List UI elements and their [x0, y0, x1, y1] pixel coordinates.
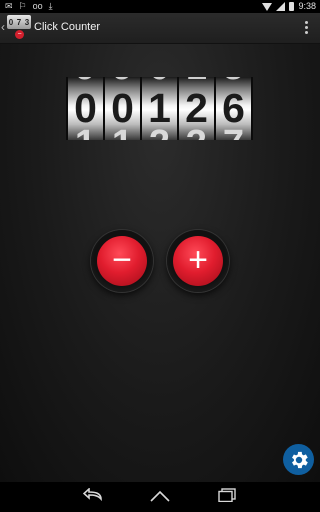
- counter-digit: 9 0 1: [105, 77, 140, 140]
- digit-below: 1: [68, 125, 103, 140]
- download-icon: ⤓: [48, 1, 53, 11]
- back-icon[interactable]: [83, 488, 103, 502]
- digit-below: 7: [216, 125, 251, 140]
- status-time: 9:38: [298, 1, 316, 11]
- app-title: Click Counter: [34, 21, 101, 33]
- counter-digit: 5 6 7: [216, 77, 251, 140]
- minus-icon: −: [97, 236, 147, 286]
- battery-icon: [289, 2, 295, 11]
- digit-above: 0: [142, 77, 177, 86]
- digit-above: 9: [68, 77, 103, 86]
- digit-above: 9: [105, 77, 140, 86]
- main-content: 9 0 1 9 0 1 0 1 2 1 2 3 5 6 7 − +: [0, 44, 320, 482]
- action-bar: ‹ 0 7 3 − Click Counter: [0, 13, 320, 44]
- plus-icon: +: [173, 236, 223, 286]
- gear-icon: [291, 451, 308, 468]
- counter-digit: 9 0 1: [68, 77, 103, 140]
- app-icon[interactable]: 0 7 3 −: [7, 15, 31, 41]
- app-icon-digit: 3: [24, 17, 30, 27]
- navigation-bar: [0, 482, 320, 512]
- digit-above: 1: [179, 77, 214, 86]
- app-icon-badge: −: [15, 30, 24, 39]
- settings-button[interactable]: [283, 444, 314, 475]
- app-icon-digit: 0: [8, 17, 14, 27]
- increment-button[interactable]: +: [167, 230, 229, 292]
- decrement-button[interactable]: −: [91, 230, 153, 292]
- digit-above: 5: [216, 77, 251, 86]
- app-icon-digit: 7: [16, 17, 22, 27]
- digit-below: 2: [142, 125, 177, 140]
- counter-digit: 0 1 2: [142, 77, 177, 140]
- digit-below: 3: [179, 125, 214, 140]
- wifi-icon: [262, 2, 273, 11]
- counter-digit: 1 2 3: [179, 77, 214, 140]
- notification-icon: ⚐: [18, 1, 27, 11]
- digit-below: 1: [105, 125, 140, 140]
- mail-icon: ✉: [5, 1, 13, 11]
- overflow-menu-icon[interactable]: [305, 21, 308, 34]
- counter-display: 9 0 1 9 0 1 0 1 2 1 2 3 5 6 7: [66, 77, 253, 140]
- recent-apps-icon[interactable]: [217, 488, 237, 502]
- app-icon-counter: 0 7 3: [7, 15, 31, 29]
- signal-icon: [276, 2, 286, 11]
- status-bar: ✉ ⚐ oo ⤓ 9:38: [0, 0, 320, 13]
- home-icon[interactable]: [149, 490, 171, 502]
- up-chevron-icon[interactable]: ‹: [1, 20, 5, 34]
- voicemail-icon: oo: [32, 1, 43, 11]
